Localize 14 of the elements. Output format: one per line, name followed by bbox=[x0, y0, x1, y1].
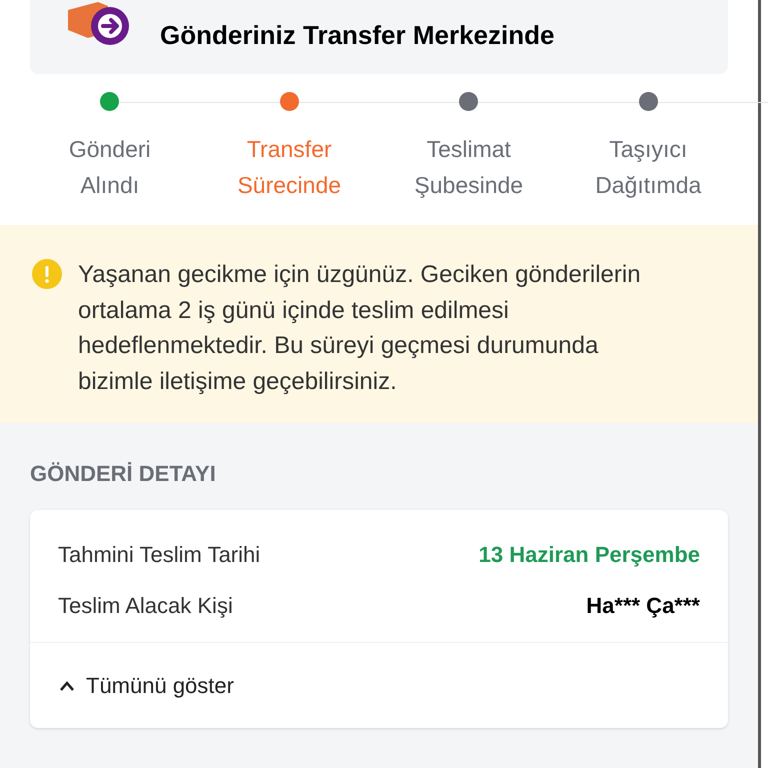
detail-value: Ha*** Ça*** bbox=[586, 592, 700, 620]
detail-label: Teslim Alacak Kişi bbox=[58, 592, 233, 620]
notice-text: Yaşanan gecikme için üzgünüz. Geciken gönderilerin ortalama 2 iş günü içinde teslim edilmesi hedeflenmektedir. Bu süreyi geçmesi durumunda bizimle iletişime geçebilirsiniz. bbox=[78, 260, 642, 396]
step-label: Taşıyıcı Dağıtımda bbox=[594, 135, 702, 200]
detail-label: Tahmini Teslim Tarihi bbox=[58, 541, 260, 569]
step-label: Transfer Sürecinde bbox=[236, 135, 342, 200]
detail-value: 13 Haziran Perşembe bbox=[478, 541, 700, 569]
status-title: Gönderiniz Transfer Merkezinde bbox=[160, 18, 554, 52]
caret-icon bbox=[58, 680, 76, 692]
warning-icon bbox=[32, 259, 62, 289]
step-label: Gönderi Alındı bbox=[68, 135, 152, 200]
show-all-button[interactable]: Tümünü göster bbox=[58, 669, 234, 702]
section-heading: GÖNDERİ DETAYI bbox=[30, 460, 217, 488]
step-label: Teslimat Şubesinde bbox=[413, 135, 524, 200]
